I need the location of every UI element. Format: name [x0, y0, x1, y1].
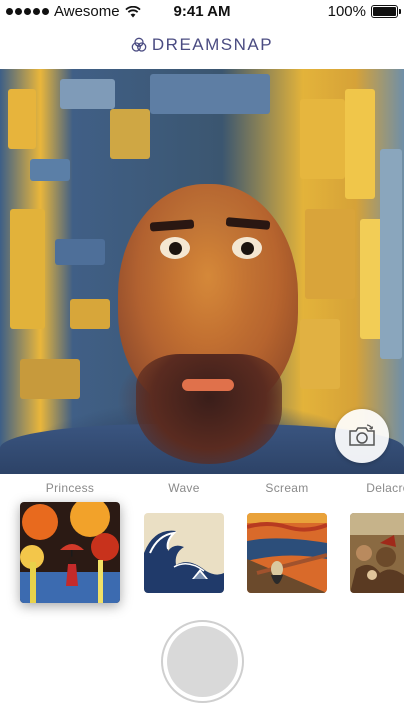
subject-eye-right [232, 237, 262, 259]
filter-label-delacro: Delacro [366, 481, 404, 495]
brush-stroke [300, 99, 345, 179]
battery-percent: 100% [327, 3, 366, 20]
filter-thumb-wave[interactable] [144, 513, 224, 593]
camera-flip-icon [349, 424, 375, 446]
filter-labels: Princess Wave Scream Delacro [0, 481, 404, 497]
brush-stroke [20, 359, 80, 399]
battery-level [373, 7, 396, 16]
wave-painting [144, 513, 224, 593]
filter-label-princess: Princess [45, 481, 95, 495]
brush-stroke [55, 239, 105, 265]
brush-stroke [60, 79, 115, 109]
brush-stroke [150, 74, 270, 114]
brush-stroke [30, 159, 70, 181]
subject-beard [136, 354, 282, 464]
camera-preview[interactable] [0, 69, 404, 474]
flip-camera-button[interactable] [335, 409, 389, 463]
scream-painting [247, 513, 327, 593]
brush-stroke [10, 209, 45, 329]
status-bar: Awesome 9:41 AM 100% [0, 0, 404, 24]
filter-thumb-delacro[interactable] [350, 513, 404, 593]
shutter-button[interactable] [161, 620, 244, 703]
app-header: DREAMSNAP [0, 30, 404, 60]
dreamsnap-logo-icon [131, 37, 147, 52]
shutter-inner [167, 626, 238, 697]
filter-label-wave: Wave [168, 481, 200, 495]
status-right: 100% [327, 3, 401, 20]
subject-mouth [182, 379, 234, 391]
brush-stroke [345, 89, 375, 199]
brush-stroke [305, 209, 355, 299]
filter-thumb-princess[interactable] [20, 502, 120, 603]
app-logo-text: DREAMSNAP [151, 35, 274, 54]
brush-stroke [8, 89, 36, 149]
filter-label-scream: Scream [265, 481, 309, 495]
app-screen: Awesome 9:41 AM 100% DREAMSNAP Princess … [0, 0, 404, 720]
delacroix-painting [350, 513, 404, 593]
brush-stroke [70, 299, 110, 329]
filter-thumb-scream[interactable] [247, 513, 327, 593]
brush-stroke [110, 109, 150, 159]
brush-stroke [300, 319, 340, 389]
subject-eye-left [160, 237, 190, 259]
brush-stroke [380, 149, 402, 359]
princess-painting [20, 502, 120, 603]
battery-icon [371, 5, 401, 18]
